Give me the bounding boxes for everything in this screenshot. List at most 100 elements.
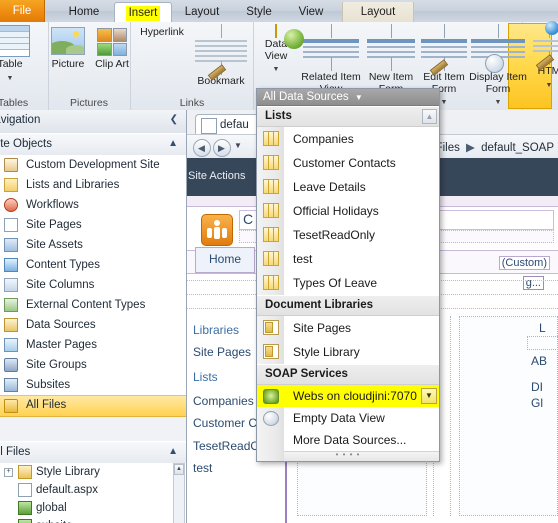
list-icon — [263, 275, 279, 290]
expand-icon[interactable]: + — [4, 468, 13, 477]
sidebar-item-data-sources[interactable]: Data Sources — [0, 315, 186, 335]
menu-section-label: SOAP Services — [265, 368, 348, 380]
ribbon-group-tables: Table ▼ Tables — [0, 22, 49, 110]
all-files-scrollbar[interactable]: ▲ ▼ — [173, 463, 185, 523]
menu-item-leave-details[interactable]: Leave Details — [257, 175, 439, 199]
ribbon-group-html: HTM ▼ — [523, 21, 558, 110]
ribbon-button-hyperlink[interactable]: Hyperlink — [133, 25, 191, 39]
menu-item-test[interactable]: test — [257, 247, 439, 271]
tab-insert[interactable]: Insert — [114, 2, 172, 24]
list-icon — [263, 155, 279, 170]
list-item[interactable]: global — [0, 499, 186, 517]
submenu-expand-icon[interactable]: ▼ — [421, 388, 437, 404]
chevron-down-icon[interactable]: ▼ — [546, 82, 553, 89]
menu-section-document-libraries: Document Libraries — [257, 295, 439, 316]
ribbon-button-clip-art[interactable]: Clip Art — [90, 25, 134, 71]
back-button[interactable]: ◀ — [193, 139, 211, 157]
menu-resize-grip[interactable]: • • • • — [257, 451, 439, 461]
scroll-up-icon[interactable]: ▲ — [422, 109, 437, 124]
ribbon-button-picture[interactable]: Picture — [44, 25, 92, 71]
sp-link-site-pages[interactable]: Site Pages — [193, 345, 251, 359]
chevron-down-icon[interactable]: ▼ — [352, 93, 363, 102]
ribbon-button-bookmark-label: Bookmark — [197, 75, 245, 87]
sidebar-item-label: Site Groups — [26, 359, 87, 371]
sidebar-item-external-content-types[interactable]: External Content Types — [0, 295, 186, 315]
tab-layout-contextual[interactable]: Layout — [342, 2, 414, 22]
ribbon-button-display-item-form[interactable]: Display Item Form ▼ — [468, 24, 528, 107]
menu-item-customer-contacts[interactable]: Customer Contacts — [257, 151, 439, 175]
all-files-section-header[interactable]: All Files ▲ — [0, 441, 186, 465]
menu-item-label: Empty Data View — [293, 411, 385, 425]
sidebar-item-lists-and-libraries[interactable]: Lists and Libraries — [0, 175, 186, 195]
tab-home[interactable]: Home — [56, 2, 112, 22]
forward-button[interactable]: ▶ — [213, 139, 231, 157]
sidebar-item-site-assets[interactable]: Site Assets — [0, 235, 186, 255]
list-item[interactable]: subsite — [0, 517, 186, 523]
menu-item-empty-data-view[interactable]: Empty Data View — [257, 407, 439, 429]
ribbon-button-bookmark[interactable]: Bookmark — [191, 24, 251, 88]
sidebar-item-site-pages[interactable]: Site Pages — [0, 215, 186, 235]
sidebar-item-master-pages[interactable]: Master Pages — [0, 335, 186, 355]
ribbon-button-clip-art-label: Clip Art — [95, 58, 129, 70]
chevron-up-icon[interactable]: ▲ — [168, 446, 178, 457]
menu-item-companies[interactable]: Companies — [257, 127, 439, 151]
sidebar-item-label: External Content Types — [26, 299, 146, 311]
sp-link-companies[interactable]: Companies — [193, 394, 254, 408]
data-sources-dropdown-header[interactable]: All Data Sources ▼ — [257, 89, 439, 106]
data-sources-dropdown-body: Lists ▲ Companies Customer Contacts Leav… — [257, 106, 439, 461]
tab-style[interactable]: Style — [234, 2, 284, 22]
site-logo-icon — [201, 214, 233, 246]
collapse-chevron-icon[interactable]: ❮ — [170, 114, 178, 125]
menu-section-label: Document Libraries — [265, 299, 373, 311]
sidebar-item-all-files[interactable]: All Files — [0, 395, 186, 417]
list-item[interactable]: + Style Library — [0, 463, 186, 481]
config-link[interactable]: g... — [522, 276, 544, 290]
ribbon-button-display-item-form-label: Display Item Form — [469, 71, 527, 95]
menu-item-label: Customer Contacts — [293, 156, 396, 170]
sidebar-item-custom-development-site[interactable]: Custom Development Site — [0, 155, 186, 175]
menu-section-soap-services: SOAP Services — [257, 364, 439, 385]
menu-item-webs-on-cloudjini[interactable]: Webs on cloudjini:7070 ▼ — [257, 385, 439, 407]
menu-item-more-data-sources[interactable]: More Data Sources... — [257, 429, 439, 451]
menu-item-official-holidays[interactable]: Official Holidays — [257, 199, 439, 223]
ribbon-button-data-view-inner[interactable]: Data View ▼ — [254, 24, 304, 74]
table-icon — [0, 25, 37, 57]
menu-item-style-library[interactable]: Style Library — [257, 340, 439, 364]
chevron-up-icon[interactable]: ▲ — [168, 138, 178, 149]
chevron-down-icon[interactable]: ▼ — [7, 75, 14, 82]
scroll-up-icon[interactable]: ▲ — [174, 464, 184, 475]
sidebar-item-label: Workflows — [26, 199, 79, 211]
breadcrumb-segment[interactable]: default_SOAP — [481, 142, 554, 154]
chevron-down-icon[interactable]: ▼ — [273, 66, 280, 73]
ribbon-group-tables-label: Tables — [0, 97, 29, 109]
menu-item-types-of-leave[interactable]: Types Of Leave — [257, 271, 439, 295]
data-sources-dropdown[interactable]: All Data Sources ▼ Lists ▲ Companies Cus… — [256, 88, 440, 462]
lists-libraries-icon — [4, 178, 18, 192]
sidebar-item-label: Lists and Libraries — [26, 179, 120, 191]
sp-link-test[interactable]: test — [193, 461, 212, 475]
ribbon-button-html[interactable]: HTM ▼ — [529, 21, 558, 90]
tab-layout[interactable]: Layout — [174, 2, 230, 22]
menu-section-lists: Lists ▲ — [257, 106, 439, 127]
list-icon — [263, 179, 279, 194]
tab-view[interactable]: View — [286, 2, 336, 22]
list-item[interactable]: default.aspx — [0, 481, 186, 499]
sidebar-item-workflows[interactable]: Workflows — [0, 195, 186, 215]
grid-cell-value: Gl — [531, 396, 543, 410]
sidebar-item-site-groups[interactable]: Site Groups — [0, 355, 186, 375]
tab-file[interactable]: File — [0, 0, 45, 22]
site-objects-section-header[interactable]: Site Objects ▲ — [0, 133, 186, 157]
chevron-down-icon[interactable]: ▼ — [495, 99, 502, 106]
site-actions-menu[interactable]: Site Actions — [188, 170, 245, 182]
sidebar-item-site-columns[interactable]: Site Columns — [0, 275, 186, 295]
menu-item-teset-readonly[interactable]: TesetReadOnly — [257, 223, 439, 247]
menu-item-site-pages[interactable]: Site Pages — [257, 316, 439, 340]
chevron-down-icon[interactable]: ▼ — [441, 99, 448, 106]
sp-link-lists[interactable]: Lists — [193, 370, 218, 384]
chevron-down-icon[interactable]: ▼ — [234, 141, 242, 150]
sidebar-item-subsites[interactable]: Subsites — [0, 375, 186, 395]
sidebar-item-content-types[interactable]: Content Types — [0, 255, 186, 275]
sp-link-libraries[interactable]: Libraries — [193, 323, 239, 337]
ribbon-button-table[interactable]: Table ▼ — [0, 25, 37, 83]
tab-home-sharepoint[interactable]: Home — [195, 247, 255, 273]
